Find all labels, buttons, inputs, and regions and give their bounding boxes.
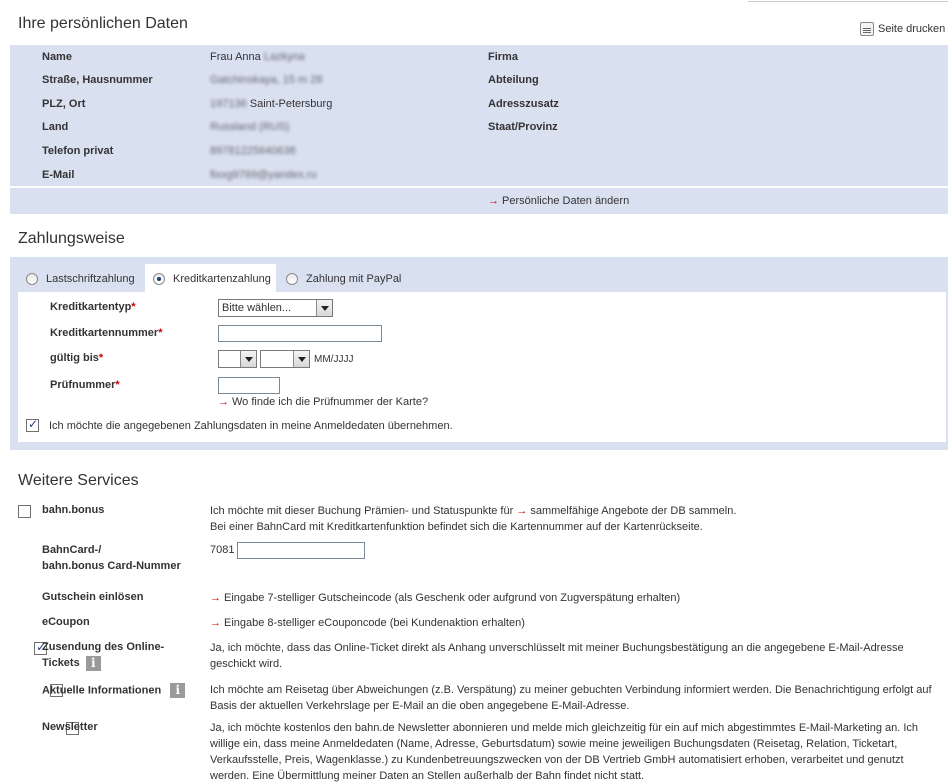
save-payment-checkbox[interactable] [26,417,39,432]
personal-field-value: Frau Anna Lazkyna [210,51,305,63]
personal-field-value: Russland (RUS) [210,121,289,133]
printer-icon [860,22,874,36]
cvc-label: Prüfnummer* [50,379,120,391]
tab-credit-card[interactable]: Kreditkartenzahlung [153,273,271,285]
personal-field-label: Firma [488,51,518,63]
info-icon[interactable]: i [85,655,101,671]
voucher-link[interactable]: → Eingabe 7-stelliger Gutscheincode (als … [210,592,680,604]
personal-field-label: PLZ, Ort [42,98,86,110]
redacted-value: 197136 [210,98,247,110]
bahncard-number-input[interactable] [237,542,365,559]
save-payment-text: Ich möchte die angegebenen Zahlungsdaten… [49,419,453,432]
cvc-help-label: Wo finde ich die Prüfnummer der Karte? [232,396,429,408]
redacted-value: Gatchinskaya, 15 m 28 [210,74,323,86]
arrow-right-icon: → [218,396,229,408]
ecoupon-link[interactable]: → Eingabe 8-stelliger eCouponcode (bei Ku… [210,617,525,629]
card-type-value: Bitte wählen... [222,302,292,314]
personal-field-value: 197136 Saint-Petersburg [210,98,332,110]
bonus-label: bahn.bonus [42,504,105,516]
info-icon[interactable]: i [170,683,186,698]
arrow-right-icon: → [516,505,528,517]
top-divider [748,0,948,2]
tab-credit-card-label: Kreditkartenzahlung [173,273,271,285]
personal-data-footer [10,188,948,214]
print-page-label: Seite drucken [878,23,946,35]
personal-field-label: Adresszusatz [488,98,559,110]
chevron-down-icon [316,300,332,316]
tab-direct-debit-label: Lastschriftzahlung [46,273,135,285]
redacted-value: fixxg9769@yandex.ru [210,169,317,181]
online-ticket-description: Ja, ich möchte, dass das Online-Ticket d… [210,642,904,670]
card-number-label: Kreditkartennummer* [50,327,163,339]
online-ticket-label: Zusendung des Online- Tickets i [42,641,165,671]
arrow-right-icon: → [210,592,221,604]
personal-field-label: E-Mail [42,169,75,181]
direct-debit-radio[interactable] [26,273,38,285]
visible-value: Saint-Petersburg [249,98,333,110]
bonus-offers-link[interactable]: → sammelfähige Angebote der DB sammeln. [516,505,736,517]
redacted-value: Lazkyna [263,51,305,63]
credit-card-radio[interactable] [153,273,165,285]
valid-month-select[interactable] [218,350,257,368]
newsletter-label: Newsletter [42,721,98,733]
travel-info-label: Aktuelle Informationen i [42,683,186,698]
personal-data-title: Ihre persönlichen Daten [18,15,188,32]
save-payment-option[interactable]: Ich möchte die angegebenen Zahlungsdaten… [26,417,453,432]
personal-field-label: Abteilung [488,74,539,86]
valid-format-hint: MM/JJJJ [314,354,354,365]
bahncard-prefix: 7081 [210,544,235,556]
travel-info-description: Ich möchte am Reisetag über Abweichungen… [210,684,932,712]
arrow-right-icon: → [210,617,221,629]
bonus-description: Ich möchte mit dieser Buchung Prämien- u… [210,505,737,533]
services-title: Weitere Services [18,472,139,489]
personal-field-value: Gatchinskaya, 15 m 28 [210,74,323,86]
change-personal-data-label: Persönliche Daten ändern [502,195,630,207]
tab-paypal-label: Zahlung mit PayPal [306,273,402,285]
payment-title: Zahlungsweise [18,230,125,247]
personal-field-label: Staat/Provinz [488,121,558,133]
valid-until-label: gültig bis* [50,352,104,364]
voucher-label: Gutschein einlösen [42,591,144,603]
visible-value: Frau Anna [210,51,261,63]
paypal-radio[interactable] [286,273,298,285]
cvc-input[interactable] [218,377,280,394]
print-page-button[interactable]: Seite drucken [860,22,945,36]
cvc-help-link[interactable]: → Wo finde ich die Prüfnummer der Karte? [218,396,428,408]
tab-direct-debit[interactable]: Lastschriftzahlung [26,273,135,285]
change-personal-data-link[interactable]: → Persönliche Daten ändern [488,195,629,207]
arrow-right-icon: → [488,195,499,207]
redacted-value: Russland (RUS) [210,121,290,133]
personal-field-value: fixxg9769@yandex.ru [210,169,317,181]
newsletter-description: Ja, ich möchte kostenlos den bahn.de New… [210,722,919,782]
card-type-label: Kreditkartentyp* [50,301,136,313]
personal-field-label: Land [42,121,69,133]
ecoupon-label: eCoupon [42,616,90,628]
personal-field-value: 89781225640638 [210,145,296,157]
chevron-down-icon [293,351,309,367]
tab-paypal[interactable]: Zahlung mit PayPal [286,273,401,285]
redacted-value: 89781225640638 [210,145,296,157]
personal-field-label: Name [42,51,72,63]
chevron-down-icon [240,351,256,367]
card-type-select[interactable]: Bitte wählen... [218,299,333,317]
bonus-checkbox[interactable] [18,505,31,518]
personal-data-panel [10,45,948,186]
personal-field-label: Straße, Hausnummer [42,74,153,86]
valid-year-select[interactable] [260,350,310,368]
bahncard-number-label: BahnCard-/bahn.bonus Card-Nummer [42,544,181,572]
personal-field-label: Telefon privat [42,145,114,157]
card-number-input[interactable] [218,325,382,342]
